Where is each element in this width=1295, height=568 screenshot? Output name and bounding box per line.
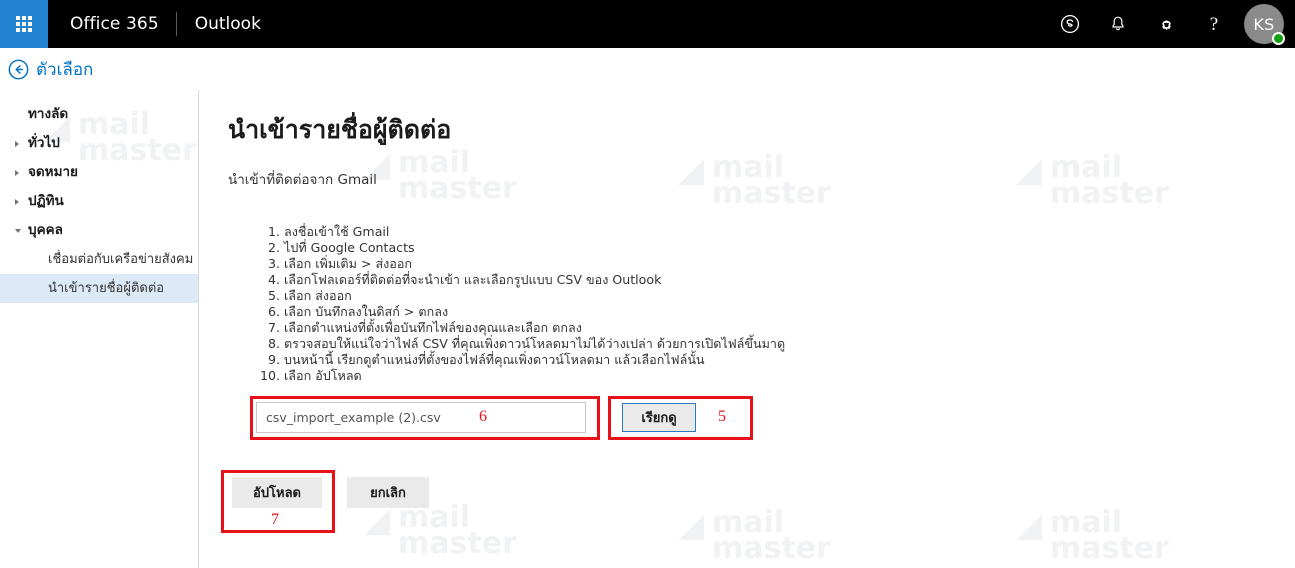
help-glyph: ?: [1209, 13, 1219, 35]
back-to-mail-button[interactable]: ตัวเลือก: [8, 56, 93, 83]
sidebar-item-label: ทางลัด: [28, 106, 69, 122]
office365-brand[interactable]: Office 365: [48, 14, 176, 34]
sidebar-item-label: บุคคล: [28, 222, 63, 238]
settings-gear-icon[interactable]: [1142, 0, 1190, 48]
list-item: ตรวจสอบให้แน่ใจว่าไฟล์ CSV ที่คุณเพิ่งดา…: [284, 336, 785, 352]
annotation-number-7: 7: [271, 511, 279, 528]
avatar[interactable]: KS: [1244, 4, 1285, 45]
sidebar-item-general[interactable]: ทั่วไป: [0, 129, 198, 158]
sidebar-child-label: เชื่อมต่อกับเครือข่ายสังคม: [48, 252, 194, 267]
chevron-right-icon: [15, 198, 19, 205]
annotation-number-6: 6: [479, 408, 487, 425]
sidebar-item-shortcuts[interactable]: ทางลัด: [0, 100, 198, 129]
sidebar-child-label: นำเข้ารายชื่อผู้ติดต่อ: [48, 281, 165, 296]
options-header: ตัวเลือก: [0, 48, 1295, 90]
suite-bar: Office 365 Outlook ? KS: [0, 0, 1295, 48]
outlook-app-name[interactable]: Outlook: [177, 14, 261, 34]
list-item: ลงชื่อเข้าใช้ Gmail: [284, 224, 785, 240]
cancel-button[interactable]: ยกเลิก: [347, 477, 429, 508]
page-subtitle: นำเข้าที่ติดต่อจาก Gmail: [228, 172, 377, 188]
sidebar-item-connect-social-networks[interactable]: เชื่อมต่อกับเครือข่ายสังคม: [0, 245, 198, 274]
options-sidebar: ทางลัด ทั่วไป จดหมาย ปฏิทิน บุคคล เชื่อม…: [0, 90, 199, 568]
sidebar-item-label: ปฏิทิน: [28, 193, 64, 209]
instruction-steps: ลงชื่อเข้าใช้ Gmail ไปที่ Google Contact…: [248, 224, 785, 384]
list-item: ไปที่ Google Contacts: [284, 240, 785, 256]
sidebar-item-import-contacts[interactable]: นำเข้ารายชื่อผู้ติดต่อ: [0, 274, 198, 303]
back-arrow-circle-icon: [8, 59, 29, 79]
list-item: เลือก บันทึกลงในดิสก์ > ตกลง: [284, 304, 785, 320]
notifications-bell-icon[interactable]: [1094, 0, 1142, 48]
help-icon[interactable]: ?: [1190, 0, 1238, 48]
annotation-box-browse: [608, 396, 753, 440]
chevron-down-icon: [15, 228, 21, 233]
sidebar-item-calendar[interactable]: ปฏิทิน: [0, 187, 198, 216]
waffle-grid: [16, 16, 32, 32]
options-title: ตัวเลือก: [36, 59, 94, 80]
app-launcher-waffle-icon[interactable]: [0, 0, 48, 48]
list-item: บนหน้านี้ เรียกดูตำแหน่งที่ตั้งของไฟล์ที…: [284, 352, 785, 368]
page-title: นำเข้ารายชื่อผู้ติดต่อ: [228, 115, 452, 144]
chevron-right-icon: [15, 140, 19, 147]
chevron-right-icon: [15, 169, 19, 176]
suite-bar-actions: ? KS: [1046, 0, 1295, 48]
list-item: เลือก เพิ่มเติม > ส่งออก: [284, 256, 785, 272]
presence-indicator: [1272, 32, 1285, 45]
list-item: เลือก อัปโหลด: [284, 368, 785, 384]
list-item: เลือก ส่งออก: [284, 288, 785, 304]
sidebar-item-people[interactable]: บุคคล: [0, 216, 198, 245]
list-item: เลือกตำแหน่งที่ตั้งเพื่อบันทึกไฟล์ของคุณ…: [284, 320, 785, 336]
sidebar-item-mail[interactable]: จดหมาย: [0, 158, 198, 187]
sidebar-item-label: จดหมาย: [28, 164, 78, 180]
skype-icon[interactable]: [1046, 0, 1094, 48]
annotation-box-input: [250, 396, 600, 440]
sidebar-item-label: ทั่วไป: [28, 135, 60, 151]
annotation-number-5: 5: [718, 408, 726, 425]
list-item: เลือกโฟลเดอร์ที่ติดต่อที่จะนำเข้า และเลื…: [284, 272, 785, 288]
